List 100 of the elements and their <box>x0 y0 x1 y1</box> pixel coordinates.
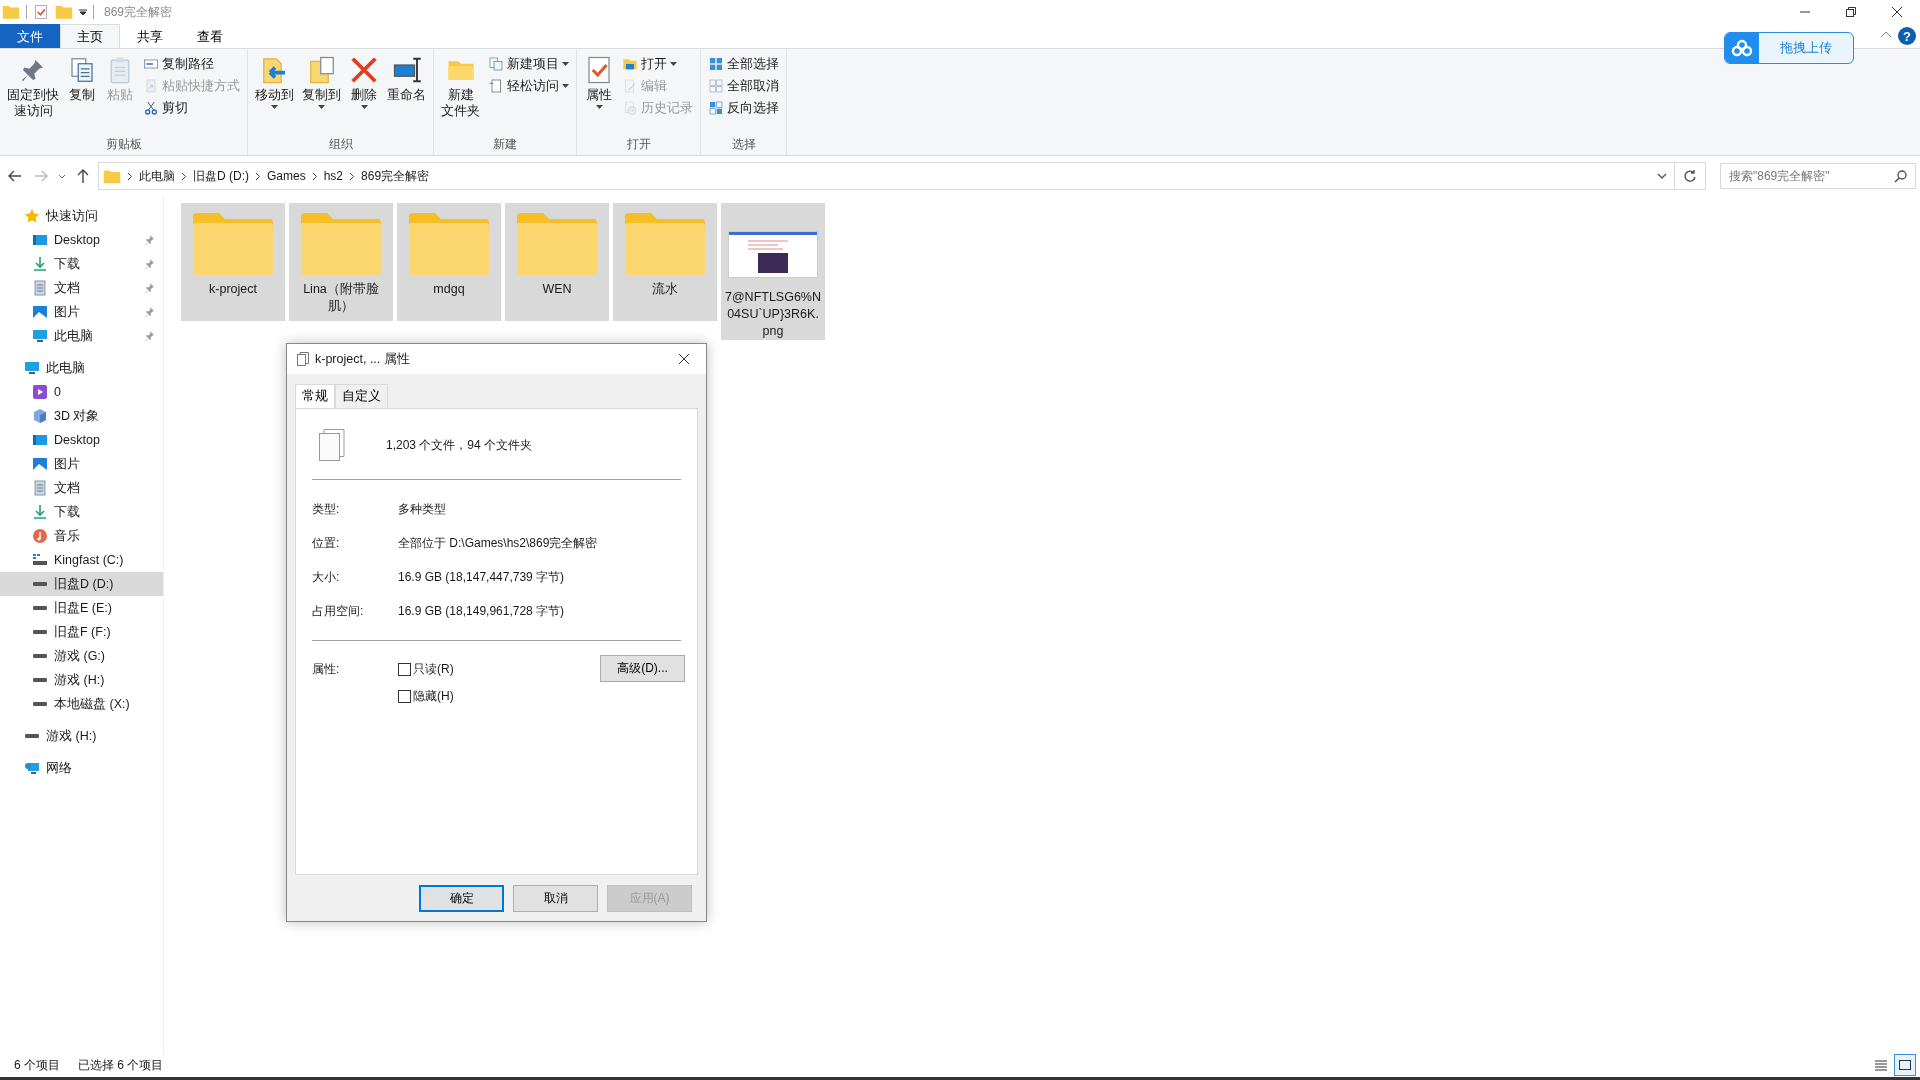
folder-icon <box>191 211 275 277</box>
nav-item[interactable]: 游戏 (H:) <box>0 724 163 748</box>
drive-icon <box>32 605 48 611</box>
edit-icon <box>622 78 638 94</box>
refresh-button[interactable] <box>1674 162 1706 190</box>
property-value: 全部位于 D:\Games\hs2\869完全解密 <box>398 534 598 552</box>
dialog-tab[interactable]: 自定义 <box>335 384 388 408</box>
file-tile[interactable]: 流水 <box>613 203 717 321</box>
nav-item[interactable]: Desktop <box>0 428 163 452</box>
nav-item[interactable]: 此电脑 <box>0 356 163 380</box>
ribbon-tab[interactable]: 主页 <box>60 24 120 48</box>
ribbon-button[interactable]: 重命名 <box>384 53 429 136</box>
nav-item[interactable]: 旧盘D (D:) <box>0 572 163 596</box>
desktop-icon <box>32 432 48 448</box>
file-tile[interactable]: Lina（附带脸肌） <box>289 203 393 321</box>
list-icon <box>1874 1059 1888 1071</box>
nav-item[interactable]: 游戏 (H:) <box>0 668 163 692</box>
ribbon-button[interactable]: 移动到 <box>252 53 297 136</box>
nav-item[interactable]: 网络 <box>0 756 163 780</box>
nav-item[interactable]: 本地磁盘 (X:) <box>0 692 163 716</box>
file-name: 流水 <box>651 281 679 298</box>
drive-icon <box>32 677 48 683</box>
nav-item[interactable]: 快速访问 <box>0 204 163 228</box>
ribbon-button[interactable]: 新建项目 <box>485 53 572 75</box>
nav-item[interactable]: 旧盘F (F:) <box>0 620 163 644</box>
breadcrumb[interactable]: 869完全解密 <box>361 167 430 185</box>
caret-icon[interactable] <box>79 8 87 16</box>
file-name: mdgq <box>432 281 466 298</box>
nav-item[interactable]: 下载 <box>0 252 163 276</box>
ribbon-button[interactable]: 固定到快 速访问 <box>4 53 62 136</box>
pin-icon <box>143 282 155 294</box>
ribbon-button[interactable]: 剪切 <box>140 97 243 119</box>
ribbon-button[interactable]: 轻松访问 <box>485 75 572 97</box>
drive-icon <box>32 701 48 707</box>
history-icon <box>622 100 638 116</box>
folder-icon <box>103 168 121 184</box>
folder-icon <box>623 211 707 277</box>
search-field[interactable]: 搜索"869完全解密" <box>1720 163 1916 189</box>
nav-item[interactable]: 游戏 (G:) <box>0 644 163 668</box>
ribbon-tab[interactable]: 文件 <box>0 24 60 48</box>
nav-item[interactable]: 图片 <box>0 452 163 476</box>
folder-icon <box>407 211 491 277</box>
large-icons-view-button[interactable] <box>1894 1054 1916 1076</box>
file-tile[interactable]: k-project <box>181 203 285 321</box>
property-label: 属性: <box>312 661 341 678</box>
ribbon-button[interactable]: 删除 <box>346 53 382 136</box>
breadcrumb[interactable]: hs2 <box>323 169 344 183</box>
ribbon-tab[interactable]: 查看 <box>180 24 240 48</box>
nav-item[interactable]: 文档 <box>0 476 163 500</box>
ribbon-button[interactable]: 全部取消 <box>705 75 782 97</box>
dialog-button[interactable]: 取消 <box>513 884 598 912</box>
advanced-button[interactable]: 高级(D)... <box>600 655 685 682</box>
ribbon-button[interactable]: 复制路径 <box>140 53 243 75</box>
ribbon-button[interactable]: 新建 文件夹 <box>438 53 483 136</box>
ribbon-button[interactable]: 复制到 <box>299 53 344 136</box>
property-value: 16.9 GB (18,147,447,739 字节) <box>398 568 565 586</box>
file-name: Lina（附带脸肌） <box>302 281 380 315</box>
nav-item[interactable]: Kingfast (C:) <box>0 548 163 572</box>
breadcrumb[interactable]: 旧盘D (D:) <box>193 167 249 185</box>
group-label: 选择 <box>730 136 757 153</box>
ribbon-tab[interactable]: 共享 <box>120 24 180 48</box>
properties-icon[interactable] <box>33 4 49 20</box>
checkbox[interactable]: 只读(R) <box>398 661 454 678</box>
breadcrumb[interactable]: Games <box>267 169 306 183</box>
nav-item[interactable]: 音乐 <box>0 524 163 548</box>
breadcrumb[interactable]: 此电脑 <box>139 167 175 185</box>
ribbon-button[interactable]: 复制 <box>64 53 100 136</box>
tile-icon <box>1898 1059 1912 1071</box>
nav-item[interactable]: Desktop <box>0 228 163 252</box>
address-bar[interactable]: 此电脑 旧盘D (D:) Games hs2 869完全解密 <box>98 162 1675 190</box>
file-tile[interactable]: WEN <box>505 203 609 321</box>
dialog-tab[interactable]: 常规 <box>295 384 335 408</box>
item-count: 6 个项目 <box>14 1056 60 1074</box>
star-icon <box>24 208 40 224</box>
nav-item[interactable]: 此电脑 <box>0 324 163 348</box>
chevron-up-icon[interactable] <box>1880 30 1892 38</box>
ribbon-button[interactable]: 打开 <box>619 53 696 75</box>
group-label: 打开 <box>625 136 652 153</box>
select-all-icon <box>708 56 724 72</box>
ribbon-button[interactable]: 属性 <box>581 53 617 136</box>
ribbon-button[interactable]: 全部选择 <box>705 53 782 75</box>
upload-button[interactable]: 拖拽上传 <box>1724 32 1854 64</box>
file-tile[interactable]: mdgq <box>397 203 501 321</box>
nav-item[interactable]: 3D 对象 <box>0 404 163 428</box>
property-label: 位置: <box>312 534 341 552</box>
shortcut-icon <box>143 78 159 94</box>
property-label: 占用空间: <box>312 602 365 620</box>
help-icon[interactable]: ? <box>1898 27 1916 45</box>
nav-item[interactable]: 0 <box>0 380 163 404</box>
dialog-button[interactable]: 确定 <box>419 884 504 912</box>
property-label: 大小: <box>312 568 341 586</box>
checkbox[interactable]: 隐藏(H) <box>398 688 454 705</box>
nav-item[interactable]: 文档 <box>0 276 163 300</box>
nav-item[interactable]: 旧盘E (E:) <box>0 596 163 620</box>
pin-icon <box>143 306 155 318</box>
nav-item[interactable]: 图片 <box>0 300 163 324</box>
file-tile[interactable]: 7@NFTLSG6%N04SU`UP}3R6K.png <box>721 203 825 340</box>
caret-icon <box>670 62 677 66</box>
ribbon-button[interactable]: 反向选择 <box>705 97 782 119</box>
nav-item[interactable]: 下载 <box>0 500 163 524</box>
